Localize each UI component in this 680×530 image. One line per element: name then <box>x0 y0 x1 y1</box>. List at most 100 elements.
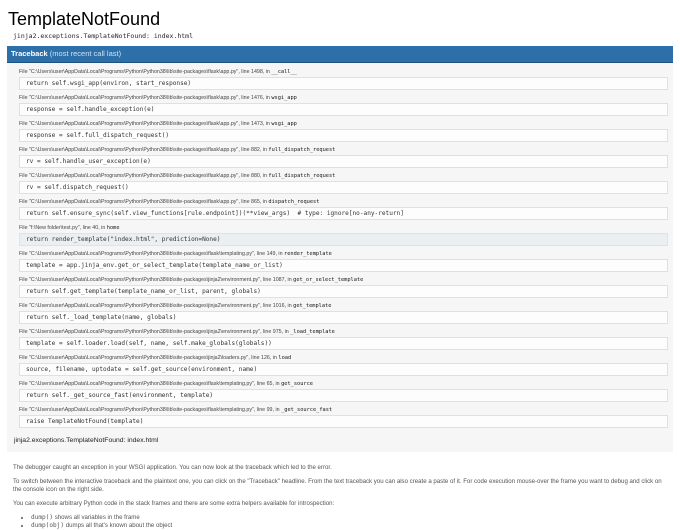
traceback-note: (most recent call last) <box>49 49 122 58</box>
in-label: in <box>262 147 267 153</box>
frame-file: "C:\Users\user\AppData\Local\Programs\Py… <box>29 303 261 309</box>
in-label: in <box>265 121 270 127</box>
helper-item: dump() shows all variables in the frame <box>31 514 667 522</box>
file-label: File <box>19 121 28 127</box>
frame-file: "C:\Users\user\AppData\Local\Programs\Py… <box>29 277 261 283</box>
file-label: File <box>19 69 28 75</box>
line-label: line <box>241 173 250 179</box>
frame-file: "C:\Users\user\AppData\Local\Programs\Py… <box>29 147 239 153</box>
line-label: line <box>82 225 91 231</box>
traceback-title[interactable]: Traceback <box>11 49 48 58</box>
in-label: in <box>278 251 283 257</box>
frame-location: File "C:\Users\user\AppData\Local\Progra… <box>19 95 297 101</box>
traceback-frame[interactable]: File "C:\Users\user\AppData\Local\Progra… <box>12 406 668 428</box>
file-label: File <box>19 329 28 335</box>
traceback-frame[interactable]: File "C:\Users\user\AppData\Local\Progra… <box>12 250 668 272</box>
helper-code: dump() <box>31 514 54 521</box>
traceback-frame[interactable]: File "C:\Users\user\AppData\Local\Progra… <box>12 328 668 350</box>
in-label: in <box>287 277 292 283</box>
traceback-frame[interactable]: File "C:\Users\user\AppData\Local\Progra… <box>12 276 668 298</box>
file-label: File <box>19 199 28 205</box>
file-label: File <box>19 95 28 101</box>
line-label: line <box>256 407 266 413</box>
debugger-page: TemplateNotFound jinja2.exceptions.Templ… <box>0 0 680 530</box>
frame-code-line[interactable]: return self.get_template(template_name_o… <box>19 285 668 298</box>
traceback-frame[interactable]: File "C:\Users\user\AppData\Local\Progra… <box>12 380 668 402</box>
traceback-frame[interactable]: File "C:\Users\user\AppData\Local\Progra… <box>12 120 668 142</box>
frame-code-line[interactable]: return self._get_source_fast(environment… <box>19 389 668 402</box>
frame-function: full_dispatch_request <box>268 147 336 153</box>
traceback-frame[interactable]: File "f:\New folder\test.py", line 40, i… <box>12 224 668 246</box>
traceback-frame[interactable]: File "C:\Users\user\AppData\Local\Progra… <box>12 198 668 220</box>
traceback-panel: Traceback (most recent call last) File "… <box>7 46 673 452</box>
frame-location: File "C:\Users\user\AppData\Local\Progra… <box>19 251 332 257</box>
line-label: line <box>256 251 266 257</box>
frame-file: "C:\Users\user\AppData\Local\Programs\Py… <box>29 251 254 257</box>
in-label: in <box>265 69 270 75</box>
file-label: File <box>19 173 28 179</box>
file-label: File <box>19 277 28 283</box>
traceback-frame[interactable]: File "C:\Users\user\AppData\Local\Progra… <box>12 94 668 116</box>
frame-code-line[interactable]: return self.wsgi_app(environ, start_resp… <box>19 77 668 90</box>
frame-line: 1087 <box>272 277 285 283</box>
frame-list: File "C:\Users\user\AppData\Local\Progra… <box>7 63 673 436</box>
frame-function: _get_source_fast <box>281 407 333 413</box>
file-label: File <box>19 407 28 413</box>
traceback-frame[interactable]: File "C:\Users\user\AppData\Local\Progra… <box>12 172 668 194</box>
traceback-frame[interactable]: File "C:\Users\user\AppData\Local\Progra… <box>12 302 668 324</box>
frame-line: 882 <box>251 147 260 153</box>
frame-location: File "C:\Users\user\AppData\Local\Progra… <box>19 329 335 335</box>
line-label: line <box>251 355 260 361</box>
file-label: File <box>19 251 28 257</box>
in-label: in <box>275 407 280 413</box>
frame-code-line[interactable]: raise TemplateNotFound(template) <box>19 415 668 428</box>
frame-code-line[interactable]: source, filename, uptodate = self.get_so… <box>19 363 668 376</box>
frame-file: "C:\Users\user\AppData\Local\Programs\Py… <box>29 95 239 101</box>
frame-code-line[interactable]: response = self.full_dispatch_request() <box>19 129 668 142</box>
in-label: in <box>262 199 267 205</box>
file-label: File <box>19 225 28 231</box>
frame-code-line[interactable]: rv = self.handle_user_exception(e) <box>19 155 668 168</box>
helper-code: dump(obj) <box>31 522 65 529</box>
frame-line: 865 <box>251 199 260 205</box>
frame-file: "f:\New folder\test.py" <box>29 225 80 231</box>
frame-function: _load_template <box>290 329 335 335</box>
explanation-p2: To switch between the interactive traceb… <box>13 478 662 493</box>
file-label: File <box>19 303 28 309</box>
in-label: in <box>287 303 292 309</box>
traceback-frame[interactable]: File "C:\Users\user\AppData\Local\Progra… <box>12 68 668 90</box>
explanation-p3: You can execute arbitrary Python code in… <box>13 500 335 507</box>
frame-code-line[interactable]: return render_template("index.html", pre… <box>19 233 668 246</box>
line-label: line <box>241 95 250 101</box>
frame-function: render_template <box>284 251 332 257</box>
traceback-frame[interactable]: File "C:\Users\user\AppData\Local\Progra… <box>12 146 668 168</box>
frame-code-line[interactable]: template = self.loader.load(self, name, … <box>19 337 668 350</box>
frame-code-line[interactable]: rv = self.dispatch_request() <box>19 181 668 194</box>
frame-function: wsgi_app <box>271 95 297 101</box>
traceback-header[interactable]: Traceback (most recent call last) <box>7 46 673 63</box>
frame-code-line[interactable]: return self._load_template(name, globals… <box>19 311 668 324</box>
line-label: line <box>263 277 272 283</box>
helper-text: dumps all that's known about the object <box>65 522 173 529</box>
in-label: in <box>284 329 289 335</box>
frame-code-line[interactable]: template = app.jinja_env.get_or_select_t… <box>19 259 668 272</box>
frame-file: "C:\Users\user\AppData\Local\Programs\Py… <box>29 381 254 387</box>
frame-file: "C:\Users\user\AppData\Local\Programs\Py… <box>29 355 249 361</box>
frame-location: File "C:\Users\user\AppData\Local\Progra… <box>19 407 333 413</box>
frame-function: get_template <box>293 303 332 309</box>
traceback-frame[interactable]: File "C:\Users\user\AppData\Local\Progra… <box>12 354 668 376</box>
line-label: line <box>241 199 250 205</box>
in-label: in <box>272 355 277 361</box>
file-label: File <box>19 381 28 387</box>
page-title: TemplateNotFound <box>8 9 161 29</box>
frame-location: File "C:\Users\user\AppData\Local\Progra… <box>19 303 332 309</box>
frame-line: 65 <box>266 381 273 387</box>
frame-code-line[interactable]: return self.ensure_sync(self.view_functi… <box>19 207 668 220</box>
frame-line: 99 <box>266 407 273 413</box>
frame-line: 126 <box>261 355 270 361</box>
frame-location: File "C:\Users\user\AppData\Local\Progra… <box>19 277 364 283</box>
frame-code-line[interactable]: response = self.handle_exception(e) <box>19 103 668 116</box>
helper-item: dump(obj) dumps all that's known about t… <box>31 522 667 530</box>
line-label: line <box>241 121 250 127</box>
frame-function: full_dispatch_request <box>268 173 336 179</box>
